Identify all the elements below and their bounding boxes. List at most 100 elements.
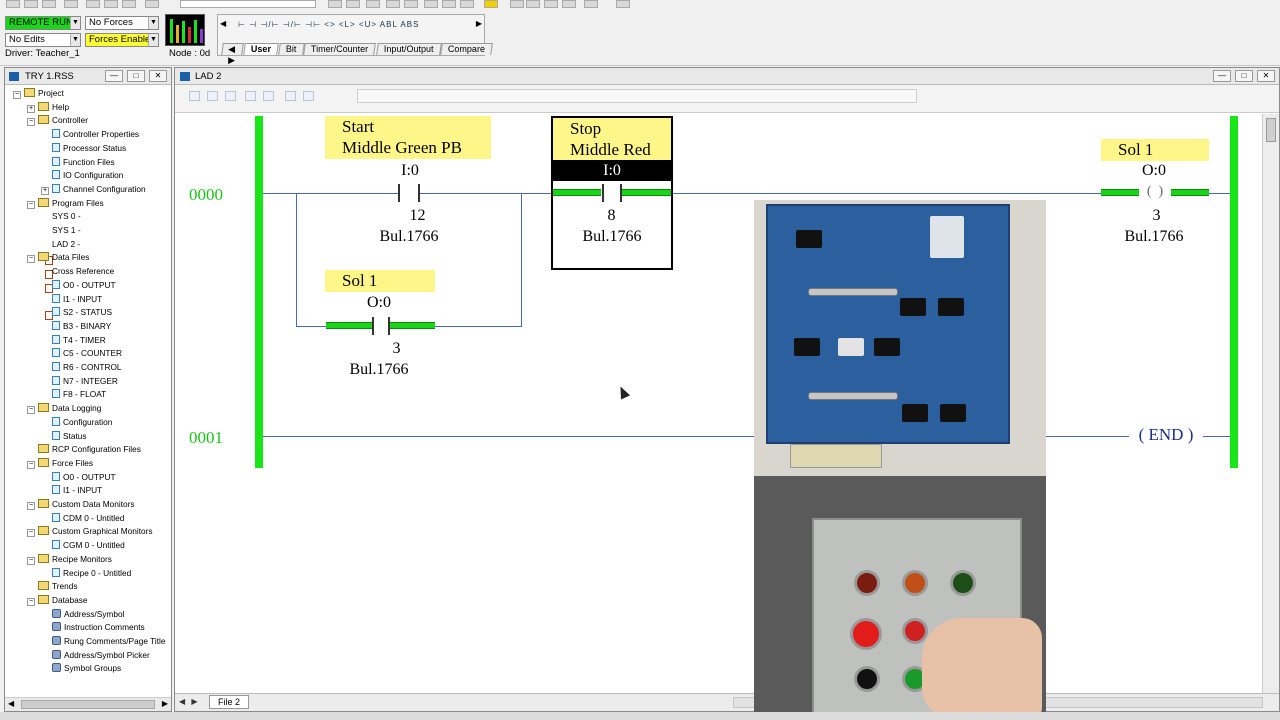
scroll-thumb[interactable] [21,700,155,709]
tree-item[interactable]: RCP Configuration Files [27,443,141,456]
replace-icon[interactable] [346,0,360,8]
stop-contact-label[interactable]: Stop Middle Red [553,118,671,160]
output-coil-label[interactable]: Sol 1 [1101,139,1209,161]
seal-bit[interactable]: 3 [374,340,419,358]
tab-bit[interactable]: Bit [278,43,305,55]
accept-edits-icon[interactable] [189,91,200,101]
print-icon[interactable] [64,0,78,8]
save-icon[interactable] [42,0,56,8]
tree-item[interactable]: − Data Logging [27,402,101,415]
start-contact[interactable] [398,184,400,202]
tree-item[interactable]: Recipe 0 - Untitled [41,567,131,580]
tree-item[interactable]: CGM 0 - Untitled [41,539,125,552]
minimize-button[interactable]: — [1213,70,1231,82]
rung-number-0[interactable]: 0000 [189,185,223,205]
stop-contact[interactable] [620,184,622,202]
trend-icon[interactable] [544,0,558,8]
tree-item[interactable]: − Database [27,594,88,607]
copy-icon[interactable] [104,0,118,8]
tree-item[interactable]: B3 - BINARY [41,320,111,333]
tree-item[interactable]: − Project [13,87,64,100]
rung-accept-icon[interactable] [303,91,314,101]
collapse-icon[interactable]: − [27,556,35,565]
search-combo[interactable] [180,0,316,8]
cut-icon[interactable] [86,0,100,8]
collapse-icon[interactable]: − [13,91,21,99]
output-coil-symbol[interactable]: ( ) [1140,184,1170,200]
zoom-box-icon[interactable] [460,0,474,8]
start-contact-label[interactable]: Start Middle Green PB [325,116,491,159]
tree-item[interactable]: Rung Comments/Page Title [41,635,165,648]
untest-edits-icon[interactable] [263,91,274,101]
seal-contact[interactable] [388,317,390,335]
collapse-icon[interactable]: − [27,255,35,264]
tree-item[interactable]: − Custom Graphical Monitors [27,525,153,538]
tree-item[interactable]: T4 - TIMER [41,334,106,347]
collapse-icon[interactable]: − [27,502,35,510]
instruction-buttons[interactable]: ⊢ ⊣ ⊣/⊢ ⊣/⊢ ⊣⊢ <> <L> <U> ABL ABS [238,20,419,29]
stop-contact-energized[interactable] [621,189,671,196]
tree-item[interactable]: Configuration [41,416,112,429]
tree-item[interactable]: − Program Files [27,197,104,210]
seal-contact[interactable] [372,317,374,335]
tree-item[interactable]: Function Files [41,156,115,169]
tab-scroll[interactable]: ◀ ▶ [221,43,244,65]
expand-icon[interactable]: + [27,104,35,113]
rung-comment-field[interactable] [357,89,917,103]
zoom-in-icon[interactable] [424,0,438,8]
start-bit[interactable]: 12 [395,207,440,225]
close-button[interactable]: ✕ [149,70,167,82]
forces-status[interactable]: No Forces ▼ [85,16,159,30]
tab-input-output[interactable]: Input/Output [375,43,442,55]
scroll-left-icon[interactable]: ◀ [8,699,14,708]
tree-item[interactable]: Trends [27,580,78,593]
tree-item[interactable]: CDM 0 - Untitled [41,512,124,525]
chevron-down-icon[interactable]: ▼ [70,34,80,46]
horizontal-scrollbar[interactable]: ◀ ▶ [5,697,171,711]
tree-item[interactable]: Status [41,430,87,443]
chart-icon[interactable] [526,0,540,8]
start-contact[interactable] [418,184,420,202]
tree-item[interactable]: − Recipe Monitors [27,553,112,566]
stop-contact-energized[interactable] [553,189,601,196]
tree-item[interactable]: C5 - COUNTER [41,347,122,360]
key-icon[interactable] [484,0,498,8]
edits-status[interactable]: No Edits ▼ [5,33,81,47]
tree-item[interactable]: N7 - INTEGER [41,375,118,388]
zoom-out-icon[interactable] [442,0,456,8]
run-icon[interactable] [510,0,524,8]
tree-item[interactable]: Controller Properties [41,128,139,141]
seal-contact-label[interactable]: Sol 1 [325,270,435,292]
tree-item[interactable]: O0 - OUTPUT [41,279,116,292]
stop-bit[interactable]: 8 [589,207,634,225]
tree-item[interactable]: Symbol Groups [41,662,121,675]
cancel-edits-icon[interactable] [207,91,218,101]
seal-contact-energized[interactable] [326,322,372,329]
tree-item[interactable]: I1 - INPUT [41,293,102,306]
output-coil-energized[interactable] [1101,189,1139,196]
tree-item[interactable]: Instruction Comments [41,621,145,634]
tree-item[interactable]: F8 - FLOAT [41,388,106,401]
vertical-scrollbar[interactable] [1262,114,1279,694]
rung-edit-icon[interactable] [285,91,296,101]
tree-item[interactable]: I1 - INPUT [41,484,102,497]
test-edits-icon[interactable] [245,91,256,101]
undo-icon[interactable] [145,0,159,8]
tab-compare[interactable]: Compare [440,43,494,55]
maximize-button[interactable]: □ [1235,70,1253,82]
goto-icon[interactable] [366,0,380,8]
verify-file-icon[interactable] [386,0,400,8]
assemble-edits-icon[interactable] [225,91,236,101]
tree-item[interactable]: O0 - OUTPUT [41,471,116,484]
expand-icon[interactable]: + [41,186,49,195]
find-icon[interactable] [328,0,342,8]
tree-item[interactable]: + Help [27,101,69,114]
tree-item[interactable]: − Data Files [27,251,89,264]
mode-status[interactable]: REMOTE RUN ▼ [5,16,81,30]
tab-timer-counter[interactable]: Timer/Counter [303,43,377,55]
scroll-right-icon[interactable]: ▶ [476,19,482,28]
new-icon[interactable] [6,0,20,8]
tab-file-2[interactable]: File 2 [209,695,250,709]
stop-contact[interactable] [602,184,604,202]
chevron-down-icon[interactable]: ▼ [148,34,158,46]
